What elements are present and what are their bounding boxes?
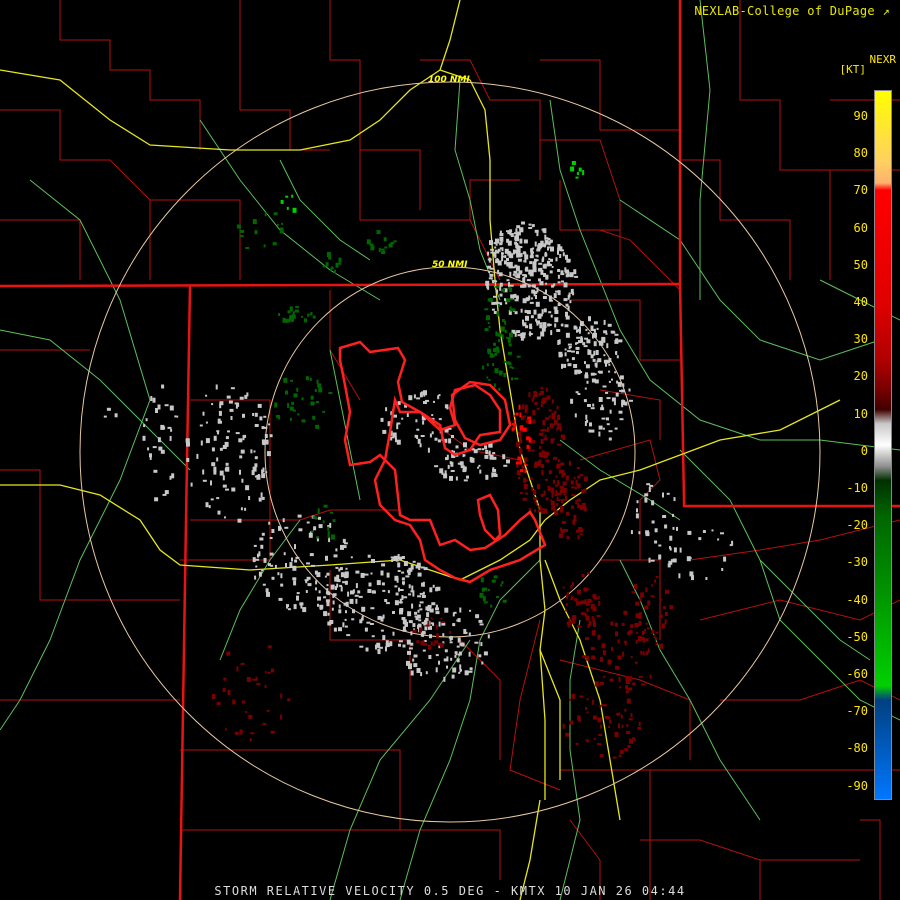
product-footer: STORM RELATIVE VELOCITY 0.5 DEG - KMTX 1… xyxy=(214,884,686,898)
legend-tick: 50 xyxy=(853,257,868,272)
legend-tick: 20 xyxy=(853,369,868,384)
range-ring-labels: 100 NMI 50 NMI xyxy=(428,75,470,270)
legend-tick: 80 xyxy=(853,146,868,161)
interstate-highways xyxy=(0,0,841,900)
legend-tick: 70 xyxy=(853,183,868,198)
legend-tick: -90 xyxy=(846,778,868,793)
legend-unit: [KT] xyxy=(839,63,867,76)
legend-tick: -60 xyxy=(846,667,868,681)
credit-label[interactable]: NEXLAB-College of DuPage ↗ xyxy=(694,4,890,18)
velocity-color-scale xyxy=(874,90,892,800)
legend-tick: -40 xyxy=(846,592,868,607)
legend-tick: -80 xyxy=(846,741,868,756)
legend-product: NEXR xyxy=(869,53,897,66)
legend-tick: -70 xyxy=(846,704,868,719)
legend-tick: -20 xyxy=(846,518,868,533)
legend-tick: 90 xyxy=(853,109,868,123)
legend-tick: -50 xyxy=(846,629,868,644)
range-label-50: 50 NMI xyxy=(432,260,468,270)
legend-tick: 0 xyxy=(860,443,868,458)
credit-text: NEXLAB-College of DuPage xyxy=(694,4,875,18)
radar-velocity-echoes xyxy=(103,161,734,759)
legend-tick: 60 xyxy=(853,220,868,235)
legend-tick: 30 xyxy=(853,332,868,347)
warning-polygons xyxy=(338,340,547,584)
radar-map: 100 NMI 50 NMI xyxy=(0,0,900,900)
warning-polygon-west xyxy=(338,340,547,584)
legend-tick: -10 xyxy=(846,481,868,495)
range-label-100: 100 NMI xyxy=(428,75,470,85)
warning-polygon-small xyxy=(476,493,502,542)
external-link-icon: ↗ xyxy=(882,4,890,18)
legend-tick: 10 xyxy=(853,406,868,421)
legend-tick: 40 xyxy=(853,295,868,309)
legend-tick: -30 xyxy=(846,555,868,570)
